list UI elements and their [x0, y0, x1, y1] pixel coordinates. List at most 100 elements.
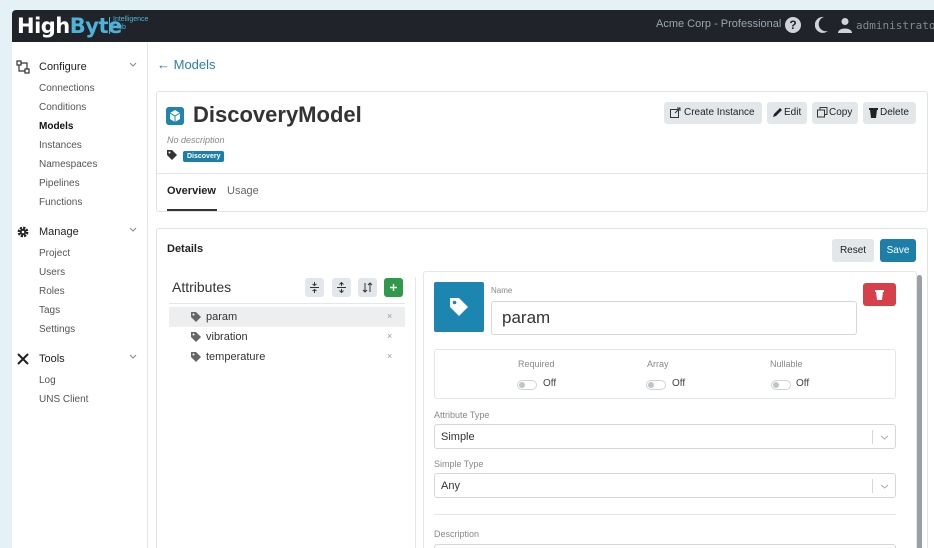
required-state: Off: [543, 378, 557, 389]
external-link-icon: [670, 107, 681, 118]
edit-label: Edit: [784, 107, 802, 118]
model-header-card: DiscoveryModel No description Discovery …: [156, 91, 928, 212]
sidebar-item-functions[interactable]: Functions: [39, 197, 82, 208]
dark-mode-moon-icon[interactable]: [815, 16, 829, 34]
tools-icon: [17, 353, 29, 365]
chevron-down-icon: [129, 354, 137, 359]
sidebar-section-configure[interactable]: Configure: [12, 57, 148, 77]
user-name[interactable]: administrator: [856, 19, 934, 32]
attribute-type-select[interactable]: Simple: [434, 424, 896, 449]
sidebar-item-pipelines[interactable]: Pipelines: [39, 178, 80, 189]
sidebar: Configure Connections Conditions Models …: [12, 42, 148, 548]
attribute-name: vibration: [206, 331, 248, 343]
attribute-item-vibration[interactable]: vibration ×: [169, 327, 405, 347]
attribute-type-value: Simple: [441, 431, 475, 443]
nullable-toggle[interactable]: [771, 380, 791, 390]
logo-separator: [109, 17, 110, 34]
copy-icon: [817, 107, 828, 118]
delete-button[interactable]: Delete: [863, 102, 916, 124]
remove-attribute-icon[interactable]: ×: [387, 331, 392, 341]
editor-scrollbar[interactable]: [917, 275, 922, 548]
copy-label: Copy: [829, 107, 853, 118]
sidebar-item-uns-client[interactable]: UNS Client: [39, 394, 88, 405]
nullable-state: Off: [796, 378, 810, 389]
array-toggle[interactable]: [646, 380, 666, 390]
details-title: Details: [167, 243, 204, 255]
header-divider: [157, 173, 927, 174]
remove-attribute-icon[interactable]: ×: [387, 311, 392, 321]
create-instance-button[interactable]: Create Instance: [664, 102, 762, 124]
attribute-item-temperature[interactable]: temperature ×: [169, 347, 405, 367]
trash-icon: [869, 108, 878, 118]
editor-divider: [434, 514, 896, 515]
attribute-type-badge: [434, 282, 484, 332]
required-toggle[interactable]: [517, 380, 537, 390]
highbyte-logo[interactable]: HighByte: [17, 14, 122, 38]
pencil-icon: [773, 108, 782, 117]
reset-button[interactable]: Reset: [832, 239, 874, 262]
attribute-name: temperature: [206, 351, 266, 363]
sidebar-item-models[interactable]: Models: [39, 121, 73, 132]
copy-button[interactable]: Copy: [812, 102, 858, 124]
tag-icon: [191, 332, 201, 342]
tag-icon: [191, 352, 201, 362]
logo-subtitle-line-2: Hub: [113, 24, 126, 31]
attribute-item-param[interactable]: param ×: [169, 307, 405, 327]
network-icon: [16, 60, 30, 74]
attributes-separator: [169, 303, 405, 304]
select-separator: [872, 479, 873, 493]
array-state: Off: [672, 378, 686, 389]
column-separator: [415, 277, 416, 548]
add-attribute-button[interactable]: [384, 278, 403, 297]
sidebar-section-label: Configure: [39, 61, 87, 73]
sort-icon: [362, 282, 373, 293]
sidebar-item-settings[interactable]: Settings: [39, 324, 75, 335]
expand-all-button[interactable]: [332, 278, 351, 297]
sidebar-item-namespaces[interactable]: Namespaces: [39, 159, 97, 170]
logo-subtitle: Intelligence Hub: [113, 16, 148, 32]
user-icon[interactable]: [838, 17, 852, 33]
required-label: Required: [518, 359, 555, 369]
help-icon[interactable]: ?: [785, 17, 801, 33]
sidebar-item-instances[interactable]: Instances: [39, 140, 82, 151]
nullable-label: Nullable: [770, 359, 803, 369]
collapse-all-button[interactable]: [305, 278, 324, 297]
gear-icon: [17, 226, 29, 238]
sidebar-item-connections[interactable]: Connections: [39, 83, 95, 94]
tab-overview[interactable]: Overview: [167, 185, 216, 197]
description-input[interactable]: [434, 544, 896, 548]
simple-type-select[interactable]: Any: [434, 473, 896, 498]
chevron-down-icon: [129, 227, 137, 232]
attribute-type-label: Attribute Type: [434, 410, 490, 420]
sidebar-item-log[interactable]: Log: [39, 375, 56, 386]
sidebar-item-users[interactable]: Users: [39, 267, 65, 278]
name-input[interactable]: [491, 301, 857, 335]
sidebar-item-tags[interactable]: Tags: [39, 305, 60, 316]
sort-button[interactable]: [358, 278, 377, 297]
sidebar-section-tools[interactable]: Tools: [12, 349, 148, 369]
sidebar-item-project[interactable]: Project: [39, 248, 70, 259]
chevron-down-icon: [880, 435, 889, 440]
attributes-title: Attributes: [172, 279, 232, 295]
sidebar-section-manage[interactable]: Manage: [12, 222, 148, 242]
sidebar-item-roles[interactable]: Roles: [39, 286, 65, 297]
edit-button[interactable]: Edit: [767, 102, 807, 124]
model-description: No description: [167, 135, 225, 145]
tag-badge[interactable]: Discovery: [183, 151, 225, 162]
sidebar-section-label: Tools: [39, 353, 65, 365]
tab-usage[interactable]: Usage: [227, 185, 259, 197]
delete-attribute-button[interactable]: [863, 283, 896, 306]
simple-type-value: Any: [441, 480, 460, 492]
tag-icon: [450, 298, 468, 316]
description-label: Description: [434, 529, 480, 539]
sidebar-item-conditions[interactable]: Conditions: [39, 102, 86, 113]
remove-attribute-icon[interactable]: ×: [387, 351, 392, 361]
logo-high: High: [17, 14, 70, 38]
attribute-flags: Required Off Array Off Nullable Off: [434, 349, 896, 399]
back-to-models-link[interactable]: ← Models: [157, 57, 216, 72]
save-button[interactable]: Save: [880, 239, 916, 262]
active-tab-indicator: [167, 209, 217, 211]
tag-icon: [167, 150, 177, 160]
chevron-down-icon: [880, 484, 889, 489]
select-separator: [872, 430, 873, 444]
